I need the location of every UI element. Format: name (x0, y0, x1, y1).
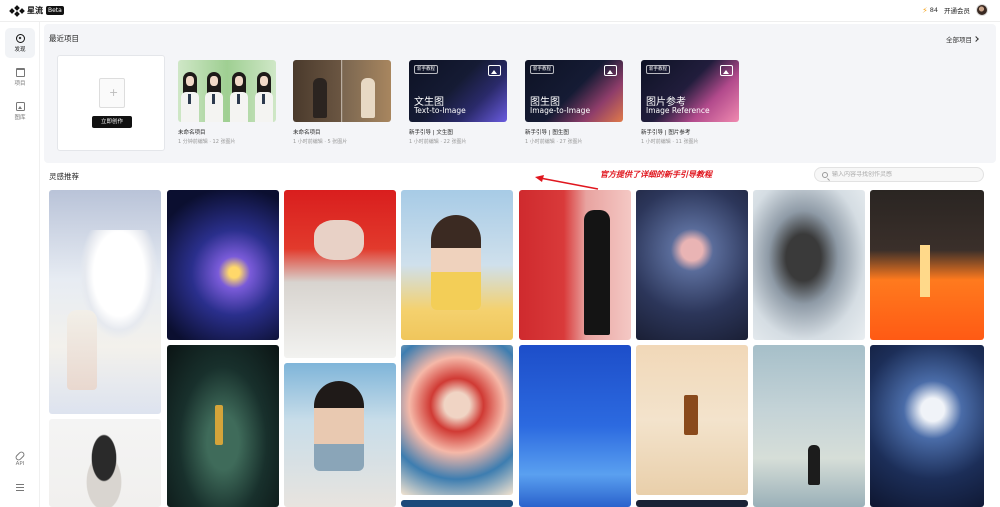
project-name: 未命名项目 (293, 130, 321, 136)
tutorial-tag: 新手教程 (646, 65, 670, 74)
project-name: 新手引导 | 图生图 (525, 130, 569, 136)
document-icon: + (99, 78, 125, 108)
thumbnail-subtitle: Image-to-Image (530, 106, 591, 115)
logo-icon (9, 4, 25, 17)
gallery-image[interactable] (870, 345, 984, 507)
gallery-image[interactable] (401, 190, 513, 340)
project-meta: 1 小时前编辑 · 27 张图片 (525, 139, 583, 145)
all-projects-link[interactable]: 全部项目 (946, 34, 979, 44)
gallery-image[interactable] (49, 419, 161, 507)
gallery-image[interactable] (401, 345, 513, 495)
chevron-right-icon (973, 36, 979, 42)
link-icon (14, 450, 26, 462)
avatar[interactable] (976, 4, 988, 16)
project-meta: 1 小时前编辑 · 11 张图片 (641, 139, 699, 145)
photo-icon (488, 65, 501, 76)
sidebar: 发现 项目 图库 API (0, 22, 40, 507)
sidebar-item-api[interactable]: API (5, 445, 35, 475)
sidebar-item-label: 发现 (14, 46, 26, 53)
gallery-image[interactable] (753, 190, 865, 340)
tutorial-tag: 新手教程 (414, 65, 438, 74)
credits-value: 84 (929, 6, 938, 14)
project-name: 未命名项目 (178, 130, 206, 136)
sidebar-item-gallery[interactable]: 图库 (5, 96, 35, 126)
project-name: 新手引导 | 图片参考 (641, 130, 691, 136)
project-name: 新手引导 | 文生图 (409, 130, 453, 136)
gallery-image[interactable] (284, 363, 396, 507)
project-meta: 1 小时前编辑 · 5 张图片 (293, 139, 348, 145)
new-project-card[interactable]: + 立即创作 (57, 55, 165, 151)
inspiration-title: 灵感推荐 (49, 172, 79, 181)
beta-badge: Beta (46, 6, 64, 15)
gallery-image[interactable] (167, 190, 279, 340)
search-box (814, 167, 984, 182)
sidebar-item-label: API (15, 461, 25, 467)
gallery-image[interactable] (401, 500, 513, 507)
project-card[interactable]: 未命名项目 1 分钟前编辑 · 12 张图片 (178, 60, 278, 145)
credits[interactable]: ⚡ 84 (922, 6, 938, 15)
recent-projects-panel: 最近项目 全部项目 + 立即创作 未命名项目 1 分钟前编辑 · 12 张图片 (44, 24, 996, 163)
project-meta: 1 分钟前编辑 · 12 张图片 (178, 139, 236, 145)
gallery-image[interactable] (49, 190, 161, 414)
folder-icon (15, 67, 25, 77)
top-right-actions: ⚡ 84 开通会员 (922, 4, 988, 16)
tutorial-tag: 新手教程 (530, 65, 554, 74)
project-thumbnail (293, 60, 391, 122)
main-content: 最近项目 全部项目 + 立即创作 未命名项目 1 分钟前编辑 · 12 张图片 (40, 22, 1000, 507)
sidebar-item-projects[interactable]: 项目 (5, 62, 35, 92)
project-thumbnail: 新手教程 文生图 Text-to-Image (409, 60, 507, 122)
project-meta: 1 小时前编辑 · 22 张图片 (409, 139, 467, 145)
gallery-image[interactable] (870, 190, 984, 340)
search-input[interactable] (832, 171, 982, 178)
sidebar-item-label: 图库 (14, 114, 26, 121)
project-card[interactable]: 新手教程 图片参考 Image Reference 新手引导 | 图片参考 1 … (641, 60, 741, 145)
gallery-image[interactable] (167, 345, 279, 507)
sidebar-item-discover[interactable]: 发现 (5, 28, 35, 58)
photo-icon (720, 65, 733, 76)
image-icon (15, 101, 25, 111)
compass-icon (15, 33, 25, 43)
all-projects-label: 全部项目 (946, 36, 972, 44)
gallery-image[interactable] (636, 500, 748, 507)
gallery-image[interactable] (636, 345, 748, 495)
thumbnail-subtitle: Image Reference (646, 106, 710, 115)
gallery-image[interactable] (284, 190, 396, 358)
project-thumbnail (178, 60, 276, 122)
sidebar-item-label: 项目 (14, 80, 26, 87)
thumbnail-subtitle: Text-to-Image (414, 106, 466, 115)
project-card[interactable]: 新手教程 文生图 Text-to-Image 新手引导 | 文生图 1 小时前编… (409, 60, 509, 145)
gallery-image[interactable] (519, 190, 631, 340)
vip-button[interactable]: 开通会员 (944, 5, 970, 15)
brand[interactable]: 星流 Beta (9, 4, 64, 17)
gallery-image[interactable] (636, 190, 748, 340)
project-card[interactable]: 未命名项目 1 小时前编辑 · 5 张图片 (293, 60, 393, 145)
gallery-image[interactable] (753, 345, 865, 507)
create-now-button[interactable]: 立即创作 (92, 116, 132, 128)
app-name: 星流 (27, 6, 43, 15)
sidebar-menu-button[interactable] (5, 472, 35, 502)
top-bar: 星流 Beta ⚡ 84 开通会员 (0, 0, 1000, 22)
recent-title: 最近项目 (49, 34, 79, 43)
menu-icon (16, 483, 24, 491)
project-card[interactable]: 新手教程 图生图 Image-to-Image 新手引导 | 图生图 1 小时前… (525, 60, 625, 145)
project-thumbnail: 新手教程 图生图 Image-to-Image (525, 60, 623, 122)
photo-icon (604, 65, 617, 76)
gallery-image[interactable] (519, 345, 631, 507)
project-thumbnail: 新手教程 图片参考 Image Reference (641, 60, 739, 122)
search-icon (822, 171, 828, 178)
bolt-icon: ⚡ (922, 5, 928, 15)
annotation-text: 官方提供了详细的新手引导教程 (600, 170, 712, 179)
